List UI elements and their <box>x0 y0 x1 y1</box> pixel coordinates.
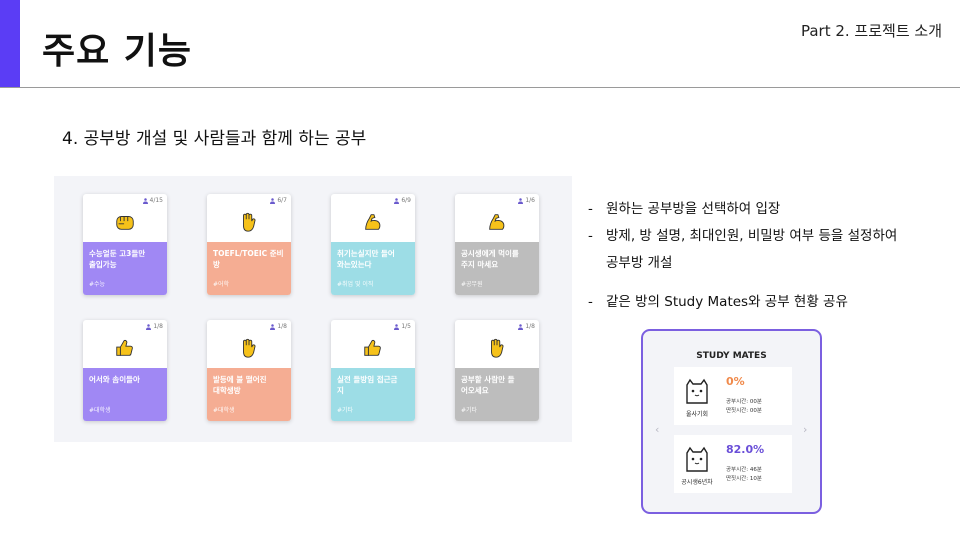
room-name: 공부할 사람만 들 어오세요 <box>461 375 515 395</box>
hand-icon <box>207 337 291 361</box>
bullet-1: 원하는 공부방을 선택하여 입장 <box>606 201 781 217</box>
room-tag: #취업 및 이직 <box>337 281 374 288</box>
room-member-count: 1/6 <box>518 197 535 204</box>
room-member-count: 4/15 <box>142 197 163 204</box>
room-member-count: 1/8 <box>270 323 287 330</box>
person-icon <box>270 323 276 330</box>
hand-icon <box>207 211 291 235</box>
chevron-left-icon[interactable]: ‹ <box>655 423 659 436</box>
room-card-body: 발등에 불 떨어진 대학생방 #대학생 <box>207 368 291 421</box>
room-card[interactable]: 1/5 실전 들방임 접근금 지 #기타 <box>331 320 415 421</box>
mate-study-time: 공부시간: 46분 <box>726 467 762 473</box>
mate-progress-percent: 0% <box>726 375 745 388</box>
room-tag: #어학 <box>213 281 230 288</box>
room-card[interactable]: 1/8 공부할 사람만 들 어오세요 #기타 <box>455 320 539 421</box>
room-name: 발등에 불 떨어진 대학생방 <box>213 375 267 395</box>
muscle-icon <box>331 211 415 235</box>
study-mates-screen: STUDY MATES ‹ › 울사기회 0% 공부시간: 00분 딴짓시간: … <box>641 329 822 514</box>
room-tag: #공무원 <box>461 281 483 288</box>
study-mate-card: 울사기회 0% 공부시간: 00분 딴짓시간: 00분 <box>674 367 792 425</box>
chevron-right-icon[interactable]: › <box>803 423 807 436</box>
thumbs-up-icon <box>83 337 167 361</box>
mate-name: 공시생6년차 <box>681 479 713 486</box>
page-title: 주요 기능 <box>42 31 193 72</box>
room-tag: #기타 <box>337 407 354 414</box>
person-icon <box>270 197 276 204</box>
room-card[interactable]: 1/8 발등에 불 떨어진 대학생방 #대학생 <box>207 320 291 421</box>
room-name: 실전 들방임 접근금 지 <box>337 375 398 395</box>
room-card-body: 실전 들방임 접근금 지 #기타 <box>331 368 415 421</box>
room-card-body: 공부할 사람만 들 어오세요 #기타 <box>455 368 539 421</box>
mate-progress-percent: 82.0% <box>726 443 765 456</box>
room-card-body: 공시생에게 먹이를 주지 마세요 #공무원 <box>455 242 539 295</box>
room-list-panel: 4/15 수능얼둔 고3들만 출입가능 #수능 6/7 TOEFL/TOEIC 준비 방 #어… <box>54 176 572 442</box>
room-name: 수능얼둔 고3들만 출입가능 <box>89 249 146 269</box>
person-icon <box>146 323 152 330</box>
study-mates-title: STUDY MATES <box>696 351 767 361</box>
room-member-count: 1/8 <box>518 323 535 330</box>
person-icon <box>518 197 524 204</box>
cat-avatar-icon <box>682 444 712 474</box>
mate-other-time: 딴짓시간: 10분 <box>726 476 762 482</box>
room-member-count: 1/8 <box>146 323 163 330</box>
section-heading: 4. 공부방 개설 및 사람들과 함께 하는 공부 <box>62 129 367 149</box>
room-member-count: 6/7 <box>270 197 287 204</box>
mate-study-time: 공부시간: 00분 <box>726 399 762 405</box>
room-name: TOEFL/TOEIC 준비 방 <box>213 249 284 269</box>
study-mate-card: 공시생6년차 82.0% 공부시간: 46분 딴짓시간: 10분 <box>674 435 792 493</box>
room-member-count: 1/5 <box>394 323 411 330</box>
room-card-body: 취기는실지만 들어 와는있는다 #취업 및 이직 <box>331 242 415 295</box>
room-name: 공시생에게 먹이를 주지 마세요 <box>461 249 519 269</box>
hand-icon <box>455 337 539 361</box>
room-card[interactable]: 1/6 공시생에게 먹이를 주지 마세요 #공무원 <box>455 194 539 295</box>
thumbs-up-icon <box>331 337 415 361</box>
room-tag: #수능 <box>89 281 106 288</box>
muscle-icon <box>455 211 539 235</box>
bullet-2-cont: 공부방 개설 <box>606 255 673 271</box>
room-tag: #기타 <box>461 407 478 414</box>
feature-bullets: - 원하는 공부방을 선택하여 입장 - 방제, 방 설명, 최대인원, 비밀방 여… <box>588 196 897 316</box>
room-name: 취기는실지만 들어 와는있는다 <box>337 249 395 269</box>
mate-name: 울사기회 <box>685 411 709 418</box>
person-icon <box>518 323 524 330</box>
accent-bar <box>0 0 20 88</box>
room-card[interactable]: 1/8 어서와 솜이들아 #대학생 <box>83 320 167 421</box>
part-label: Part 2. 프로젝트 소개 <box>800 22 942 40</box>
room-tag: #대학생 <box>89 407 111 414</box>
bullet-2: 방제, 방 설명, 최대인원, 비밀방 여부 등을 설정하여 <box>606 228 898 244</box>
room-card-body: TOEFL/TOEIC 준비 방 #어학 <box>207 242 291 295</box>
room-card[interactable]: 6/9 취기는실지만 들어 와는있는다 #취업 및 이직 <box>331 194 415 295</box>
cat-avatar-icon <box>682 376 712 406</box>
room-card-body: 어서와 솜이들아 #대학생 <box>83 368 167 421</box>
person-icon <box>394 197 400 204</box>
room-member-count: 6/9 <box>394 197 411 204</box>
person-icon <box>142 197 148 204</box>
bullet-3: 같은 방의 Study Mates와 공부 현황 공유 <box>606 294 848 310</box>
room-tag: #대학생 <box>213 407 235 414</box>
room-card[interactable]: 4/15 수능얼둔 고3들만 출입가능 #수능 <box>83 194 167 295</box>
person-icon <box>394 323 400 330</box>
room-card-body: 수능얼둔 고3들만 출입가능 #수능 <box>83 242 167 295</box>
room-card[interactable]: 6/7 TOEFL/TOEIC 준비 방 #어학 <box>207 194 291 295</box>
fist-icon <box>83 211 167 235</box>
header-divider <box>0 87 960 88</box>
mate-other-time: 딴짓시간: 00분 <box>726 408 762 414</box>
room-name: 어서와 솜이들아 <box>89 375 140 384</box>
